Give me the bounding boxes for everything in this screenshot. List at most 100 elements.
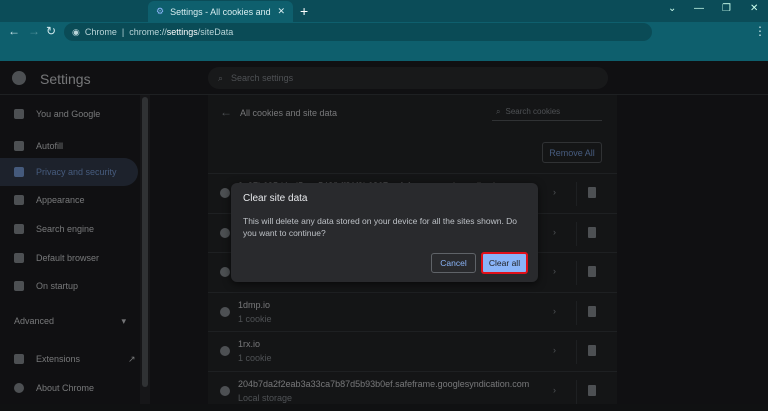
address-bar[interactable]: ◉ Chrome | chrome://settings/siteData xyxy=(64,23,652,41)
globe-icon xyxy=(220,346,230,356)
bookmarks-bar xyxy=(0,42,768,98)
divider xyxy=(576,221,577,246)
search-cookies-input[interactable]: ⌕ Search cookies xyxy=(492,103,602,121)
trash-icon[interactable] xyxy=(588,266,596,277)
url: chrome://settings/siteData xyxy=(129,27,234,37)
browser-icon xyxy=(14,253,24,263)
chevron-right-icon[interactable]: › xyxy=(553,227,556,237)
site-storage: 1 cookie xyxy=(238,353,272,363)
site-storage: Local storage xyxy=(238,392,293,403)
back-arrow-icon[interactable]: ← xyxy=(220,105,232,119)
sidebar-advanced[interactable]: Advanced ▾ xyxy=(0,307,138,335)
site-row[interactable]: 1dmp.io 1 cookie › xyxy=(208,291,617,332)
chevron-down-icon[interactable]: ⌄ xyxy=(668,3,676,14)
site-row[interactable]: 1rx.io 1 cookie › xyxy=(208,331,617,371)
chevron-down-icon: ▾ xyxy=(121,315,126,326)
site-storage: 1 cookie xyxy=(238,313,272,324)
sidebar-item-default-browser[interactable]: Default browser xyxy=(0,244,138,272)
separator: | xyxy=(121,27,125,37)
sidebar-item-extensions[interactable]: Extensions ↗ xyxy=(0,345,138,373)
back-button[interactable]: ← xyxy=(8,24,20,38)
trash-icon[interactable] xyxy=(588,226,596,238)
palette-icon xyxy=(14,195,24,205)
chevron-right-icon[interactable]: › xyxy=(553,385,556,395)
site-name: 204b7da2f2eab3a33ca7b87d5b93b0ef.safefra… xyxy=(238,378,530,389)
globe-icon xyxy=(220,227,230,238)
chevron-right-icon[interactable]: › xyxy=(553,345,556,355)
sidebar-item-autofill[interactable]: Autofill xyxy=(0,132,138,160)
sidebar-item-appearance[interactable]: Appearance xyxy=(0,186,138,214)
trash-icon[interactable] xyxy=(588,384,596,396)
settings-header: Settings ⌕ Search settings xyxy=(0,61,768,95)
trash-icon[interactable] xyxy=(588,345,596,356)
sidebar-scrollbar[interactable] xyxy=(140,95,150,404)
search-placeholder: Search cookies xyxy=(505,107,561,116)
chevron-right-icon[interactable]: › xyxy=(553,306,556,316)
puzzle-icon xyxy=(14,354,24,364)
divider xyxy=(576,379,577,404)
sidebar-item-label: About Chrome xyxy=(36,383,95,393)
scrollbar-thumb[interactable] xyxy=(142,97,148,387)
sidebar-item-you-and-google[interactable]: You and Google xyxy=(0,100,138,128)
cancel-button[interactable]: Cancel xyxy=(431,253,476,273)
sidebar-item-label: You and Google xyxy=(36,109,101,119)
trash-icon[interactable] xyxy=(588,305,596,317)
sidebar-item-label: On startup xyxy=(36,281,79,291)
search-settings-input[interactable]: ⌕ Search settings xyxy=(208,67,608,89)
advanced-label: Advanced xyxy=(14,316,55,326)
site-row[interactable]: 204b7da2f2eab3a33ca7b87d5b93b0ef.safefra… xyxy=(208,370,617,411)
chrome-logo-icon xyxy=(12,71,26,85)
sidebar-item-search-engine[interactable]: Search engine xyxy=(0,215,138,243)
site-name: 1dmp.io xyxy=(238,299,271,310)
globe-icon xyxy=(220,306,230,317)
dialog-title: Clear site data xyxy=(243,193,308,204)
search-placeholder: Search settings xyxy=(231,73,294,83)
maximize-button[interactable]: ❐ xyxy=(722,3,731,14)
globe-icon xyxy=(220,385,230,396)
divider xyxy=(576,182,577,206)
clipboard-icon xyxy=(14,141,24,151)
site-name: 1rx.io xyxy=(238,339,261,349)
trash-icon[interactable] xyxy=(588,187,596,198)
sidebar-item-on-startup[interactable]: On startup xyxy=(0,272,138,300)
sidebar-item-label: Appearance xyxy=(36,195,85,205)
divider xyxy=(576,261,577,285)
sidebar-item-about-chrome[interactable]: About Chrome xyxy=(0,374,138,402)
sidebar-item-label: Privacy and security xyxy=(36,167,117,177)
forward-button[interactable]: → xyxy=(28,24,40,38)
search-icon xyxy=(14,224,24,234)
page-title: Settings xyxy=(40,71,91,87)
chevron-right-icon[interactable]: › xyxy=(553,187,556,197)
reload-button[interactable]: ↻ xyxy=(46,24,56,38)
gear-icon: ⚙ xyxy=(156,6,165,16)
remove-all-button[interactable]: Remove All xyxy=(542,142,602,163)
globe-icon xyxy=(220,267,230,277)
dialog-body: This will delete any data stored on your… xyxy=(243,216,518,238)
clear-site-data-dialog: Clear site data This will delete any dat… xyxy=(231,183,538,282)
close-tab-icon[interactable]: ✕ xyxy=(277,6,285,17)
clear-all-button[interactable]: Clear all xyxy=(481,252,528,274)
url-scheme-label: Chrome xyxy=(84,27,117,37)
sidebar-item-label: Autofill xyxy=(36,141,64,151)
chrome-icon: ◉ xyxy=(72,26,80,37)
search-icon: ⌕ xyxy=(496,106,501,116)
divider xyxy=(576,340,577,364)
close-window-button[interactable]: ✕ xyxy=(750,3,758,14)
sidebar-item-label: Search engine xyxy=(36,224,95,234)
sidebar-item-label: Default browser xyxy=(36,253,100,263)
sidebar: You and Google Autofill Privacy and secu… xyxy=(0,95,140,404)
tab-settings[interactable]: ⚙ Settings - All cookies and site d ✕ xyxy=(148,1,293,22)
tab-strip: ⚙ Settings - All cookies and site d ✕ + … xyxy=(0,0,768,22)
tab-title: Settings - All cookies and site d xyxy=(170,6,271,17)
divider xyxy=(576,300,577,325)
sidebar-item-label: Extensions xyxy=(36,354,81,364)
shield-icon xyxy=(14,167,24,177)
power-icon xyxy=(14,281,24,291)
chrome-icon xyxy=(14,383,24,393)
menu-icon[interactable]: ⋮ xyxy=(754,24,766,38)
sidebar-item-privacy[interactable]: Privacy and security xyxy=(0,158,138,186)
section-title: All cookies and site data xyxy=(240,108,338,118)
chevron-right-icon[interactable]: › xyxy=(553,266,556,276)
minimize-button[interactable]: — xyxy=(694,3,704,14)
new-tab-button[interactable]: + xyxy=(300,3,308,19)
